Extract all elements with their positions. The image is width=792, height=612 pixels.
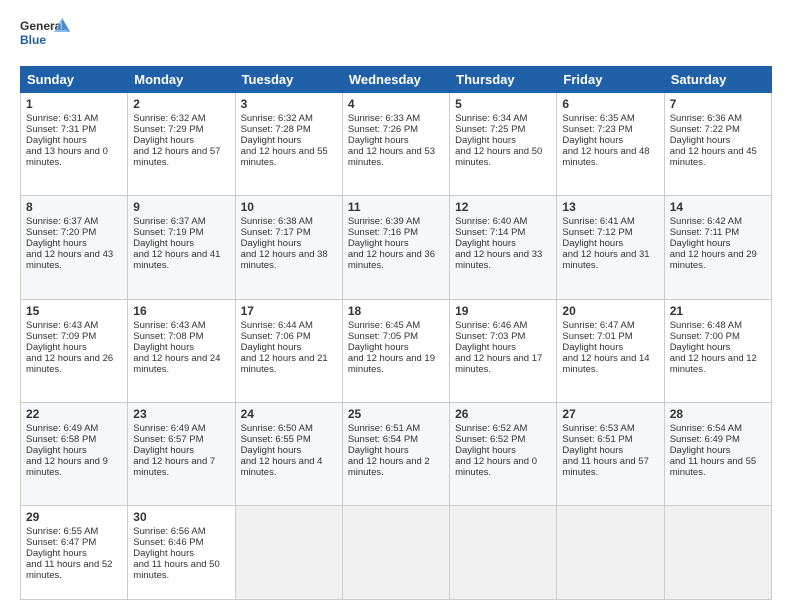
day-number: 4: [348, 97, 444, 111]
table-row: 11Sunrise: 6:39 AMSunset: 7:16 PMDayligh…: [342, 196, 449, 299]
table-row: 14Sunrise: 6:42 AMSunset: 7:11 PMDayligh…: [664, 196, 771, 299]
table-row: 19Sunrise: 6:46 AMSunset: 7:03 PMDayligh…: [450, 299, 557, 402]
day-number: 25: [348, 407, 444, 421]
table-row: 2Sunrise: 6:32 AMSunset: 7:29 PMDaylight…: [128, 93, 235, 196]
day-number: 1: [26, 97, 122, 111]
table-row: 9Sunrise: 6:37 AMSunset: 7:19 PMDaylight…: [128, 196, 235, 299]
table-row: 21Sunrise: 6:48 AMSunset: 7:00 PMDayligh…: [664, 299, 771, 402]
day-number: 24: [241, 407, 337, 421]
table-row: 18Sunrise: 6:45 AMSunset: 7:05 PMDayligh…: [342, 299, 449, 402]
table-row: 30Sunrise: 6:56 AMSunset: 6:46 PMDayligh…: [128, 506, 235, 600]
day-number: 28: [670, 407, 766, 421]
day-number: 27: [562, 407, 658, 421]
table-row: [342, 506, 449, 600]
day-number: 22: [26, 407, 122, 421]
table-row: 20Sunrise: 6:47 AMSunset: 7:01 PMDayligh…: [557, 299, 664, 402]
table-row: 1Sunrise: 6:31 AMSunset: 7:31 PMDaylight…: [21, 93, 128, 196]
table-row: [557, 506, 664, 600]
table-row: 5Sunrise: 6:34 AMSunset: 7:25 PMDaylight…: [450, 93, 557, 196]
svg-text:Blue: Blue: [20, 33, 46, 47]
table-row: 4Sunrise: 6:33 AMSunset: 7:26 PMDaylight…: [342, 93, 449, 196]
day-number: 5: [455, 97, 551, 111]
table-row: 10Sunrise: 6:38 AMSunset: 7:17 PMDayligh…: [235, 196, 342, 299]
table-row: [235, 506, 342, 600]
day-number: 13: [562, 200, 658, 214]
table-row: 12Sunrise: 6:40 AMSunset: 7:14 PMDayligh…: [450, 196, 557, 299]
day-number: 10: [241, 200, 337, 214]
day-number: 30: [133, 510, 229, 524]
day-number: 15: [26, 304, 122, 318]
day-number: 18: [348, 304, 444, 318]
table-row: 16Sunrise: 6:43 AMSunset: 7:08 PMDayligh…: [128, 299, 235, 402]
day-number: 21: [670, 304, 766, 318]
table-row: [664, 506, 771, 600]
day-number: 8: [26, 200, 122, 214]
day-number: 3: [241, 97, 337, 111]
day-number: 6: [562, 97, 658, 111]
day-number: 17: [241, 304, 337, 318]
day-number: 11: [348, 200, 444, 214]
day-number: 20: [562, 304, 658, 318]
table-row: 22Sunrise: 6:49 AMSunset: 6:58 PMDayligh…: [21, 402, 128, 505]
table-row: 26Sunrise: 6:52 AMSunset: 6:52 PMDayligh…: [450, 402, 557, 505]
table-row: 17Sunrise: 6:44 AMSunset: 7:06 PMDayligh…: [235, 299, 342, 402]
table-row: 29Sunrise: 6:55 AMSunset: 6:47 PMDayligh…: [21, 506, 128, 600]
calendar-table: Sunday Monday Tuesday Wednesday Thursday…: [20, 66, 772, 600]
table-row: 24Sunrise: 6:50 AMSunset: 6:55 PMDayligh…: [235, 402, 342, 505]
col-saturday: Saturday: [664, 67, 771, 93]
header: General Blue: [20, 16, 772, 56]
col-sunday: Sunday: [21, 67, 128, 93]
day-number: 12: [455, 200, 551, 214]
col-thursday: Thursday: [450, 67, 557, 93]
day-number: 14: [670, 200, 766, 214]
logo-svg: General Blue: [20, 16, 70, 56]
table-row: 7Sunrise: 6:36 AMSunset: 7:22 PMDaylight…: [664, 93, 771, 196]
col-tuesday: Tuesday: [235, 67, 342, 93]
table-row: 8Sunrise: 6:37 AMSunset: 7:20 PMDaylight…: [21, 196, 128, 299]
day-number: 26: [455, 407, 551, 421]
logo: General Blue: [20, 16, 70, 56]
col-wednesday: Wednesday: [342, 67, 449, 93]
table-row: 25Sunrise: 6:51 AMSunset: 6:54 PMDayligh…: [342, 402, 449, 505]
day-number: 16: [133, 304, 229, 318]
table-row: 3Sunrise: 6:32 AMSunset: 7:28 PMDaylight…: [235, 93, 342, 196]
col-monday: Monday: [128, 67, 235, 93]
day-number: 19: [455, 304, 551, 318]
col-friday: Friday: [557, 67, 664, 93]
table-row: 13Sunrise: 6:41 AMSunset: 7:12 PMDayligh…: [557, 196, 664, 299]
table-row: 27Sunrise: 6:53 AMSunset: 6:51 PMDayligh…: [557, 402, 664, 505]
day-number: 2: [133, 97, 229, 111]
table-row: 6Sunrise: 6:35 AMSunset: 7:23 PMDaylight…: [557, 93, 664, 196]
page: General Blue Sunday Monday Tuesday Wedne…: [0, 0, 792, 612]
table-row: 28Sunrise: 6:54 AMSunset: 6:49 PMDayligh…: [664, 402, 771, 505]
table-row: 15Sunrise: 6:43 AMSunset: 7:09 PMDayligh…: [21, 299, 128, 402]
day-number: 9: [133, 200, 229, 214]
table-row: [450, 506, 557, 600]
calendar-header-row: Sunday Monday Tuesday Wednesday Thursday…: [21, 67, 772, 93]
day-number: 23: [133, 407, 229, 421]
day-number: 7: [670, 97, 766, 111]
table-row: 23Sunrise: 6:49 AMSunset: 6:57 PMDayligh…: [128, 402, 235, 505]
day-number: 29: [26, 510, 122, 524]
